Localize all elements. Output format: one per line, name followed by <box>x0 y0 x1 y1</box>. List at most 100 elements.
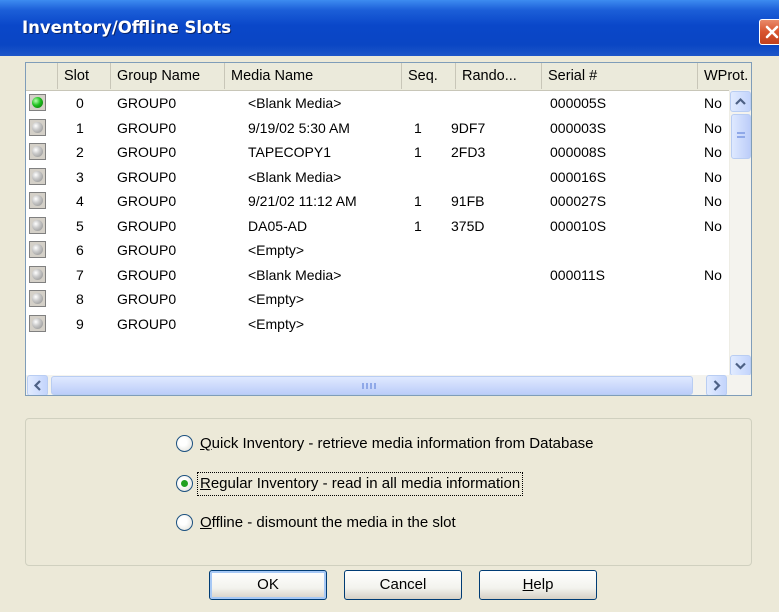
cell-group-name: GROUP0 <box>117 119 177 136</box>
status-led-gray-icon <box>29 241 46 258</box>
cell-random <box>451 238 531 263</box>
table-row[interactable]: 6 GROUP0 <Empty> <box>26 238 726 263</box>
cell-group-name: GROUP0 <box>117 193 177 209</box>
status-led-gray-icon <box>29 192 46 209</box>
header-media-name[interactable]: Media Name <box>225 63 402 89</box>
cell-media-name: <Blank Media> <box>248 95 342 111</box>
arrow-right-icon <box>713 380 721 391</box>
cell-random: 9DF7 <box>451 119 486 136</box>
cell-wprot: No <box>704 217 722 234</box>
status-led-gray-icon <box>29 143 46 160</box>
header-group-name[interactable]: Group Name <box>111 63 225 89</box>
ok-button[interactable]: OK <box>209 570 327 600</box>
cell-wprot: No <box>704 266 722 283</box>
horizontal-scroll-thumb[interactable] <box>51 376 693 395</box>
cell-slot: 6 <box>76 242 84 258</box>
cell-slot: 1 <box>76 119 84 136</box>
slots-list-view[interactable]: Slot Group Name Media Name Seq. Rando...… <box>25 62 752 396</box>
cell-random: 91FB <box>451 193 485 209</box>
table-row[interactable]: 8 GROUP0 <Empty> <box>26 287 726 312</box>
table-row[interactable]: 3 GROUP0 <Blank Media> 000016S No <box>26 165 726 190</box>
cell-group-name: GROUP0 <box>117 144 177 160</box>
cell-seq <box>414 238 450 263</box>
cell-seq <box>414 165 450 190</box>
table-row[interactable]: 2 GROUP0 TAPECOPY1 1 2FD3 000008S No <box>26 140 726 165</box>
cell-slot: 0 <box>76 95 84 111</box>
table-row[interactable]: 7 GROUP0 <Blank Media> 000011S No <box>26 263 726 288</box>
cell-wprot <box>704 287 728 312</box>
cell-wprot <box>704 238 728 263</box>
cell-media-name: 9/19/02 5:30 AM <box>248 119 350 136</box>
cancel-button[interactable]: Cancel <box>344 570 462 600</box>
cell-serial: 000010S <box>550 217 607 234</box>
cell-seq <box>414 263 450 288</box>
list-header: Slot Group Name Media Name Seq. Rando...… <box>26 63 751 91</box>
dialog-title: Inventory/Offline Slots <box>22 18 232 37</box>
cell-media-name: <Empty> <box>248 242 305 258</box>
table-row[interactable]: 0 GROUP0 <Blank Media> 000005S No <box>26 91 726 116</box>
scroll-right-button[interactable] <box>706 375 727 395</box>
help-button[interactable]: Help <box>479 570 597 600</box>
cell-serial: 000016S <box>550 168 607 185</box>
header-seq[interactable]: Seq. <box>402 63 456 89</box>
cell-media-name: <Blank Media> <box>248 266 342 283</box>
cell-slot: 3 <box>76 168 84 185</box>
cell-random <box>451 263 531 288</box>
header-wprot[interactable]: WProt. <box>698 63 751 89</box>
cell-seq <box>414 91 450 116</box>
horizontal-scrollbar[interactable] <box>26 375 751 395</box>
close-button[interactable] <box>759 19 779 45</box>
cell-wprot <box>704 312 728 337</box>
cell-wprot: No <box>704 95 722 111</box>
cell-seq: 1 <box>414 144 422 160</box>
cell-seq: 1 <box>414 193 422 209</box>
radio-regular-inventory[interactable] <box>176 475 193 492</box>
cell-wprot: No <box>704 193 722 209</box>
cell-media-name: <Empty> <box>248 315 305 332</box>
cell-seq: 1 <box>414 217 422 234</box>
cell-media-name: <Blank Media> <box>248 168 342 185</box>
cell-media-name: <Empty> <box>248 291 305 307</box>
header-serial[interactable]: Serial # <box>542 63 698 89</box>
scroll-up-button[interactable] <box>730 91 751 112</box>
table-row[interactable]: 4 GROUP0 9/21/02 11:12 AM 1 91FB 000027S No <box>26 189 726 214</box>
title-bar[interactable]: Inventory/Offline Slots <box>0 0 779 56</box>
table-row[interactable]: 1 GROUP0 9/19/02 5:30 AM 1 9DF7 000003S No <box>26 116 726 141</box>
radio-offline[interactable] <box>176 514 193 531</box>
option-quick-label: Quick Inventory - retrieve media informa… <box>200 435 594 452</box>
cell-serial: 000003S <box>550 119 607 136</box>
status-led-gray-icon <box>29 314 46 332</box>
header-random[interactable]: Rando... <box>456 63 542 89</box>
cell-random <box>451 287 531 312</box>
vertical-scroll-thumb[interactable] <box>731 114 751 159</box>
cell-group-name: GROUP0 <box>117 315 177 332</box>
cell-serial: 000008S <box>550 144 607 160</box>
cell-serial: 000005S <box>550 95 607 111</box>
radio-quick-inventory[interactable] <box>176 435 193 452</box>
inventory-options-group: Quick Inventory - retrieve media informa… <box>25 418 752 566</box>
cell-group-name: GROUP0 <box>117 217 177 234</box>
scroll-left-button[interactable] <box>27 375 48 395</box>
cell-wprot: No <box>704 144 722 160</box>
status-led-green-icon <box>29 94 46 111</box>
arrow-up-icon <box>735 97 746 105</box>
vertical-scrollbar[interactable] <box>729 90 751 377</box>
header-slot[interactable]: Slot <box>58 63 111 89</box>
inventory-dialog: Inventory/Offline Slots Slot Group Name … <box>0 0 779 612</box>
arrow-left-icon <box>33 380 41 391</box>
status-led-gray-icon <box>29 167 46 185</box>
cell-wprot: No <box>704 168 722 185</box>
cell-group-name: GROUP0 <box>117 168 177 185</box>
cell-media-name: 9/21/02 11:12 AM <box>248 193 357 209</box>
table-row[interactable]: 5 GROUP0 DA05-AD 1 375D 000010S No <box>26 214 726 239</box>
cell-seq: 1 <box>414 119 422 136</box>
header-led-column[interactable] <box>26 63 58 89</box>
cell-random: 2FD3 <box>451 144 486 160</box>
status-led-gray-icon <box>29 290 46 307</box>
cell-slot: 2 <box>76 144 84 160</box>
status-led-gray-icon <box>29 265 46 283</box>
table-row[interactable]: 9 GROUP0 <Empty> <box>26 312 726 337</box>
arrow-down-icon <box>735 362 746 370</box>
cell-serial <box>550 312 690 337</box>
scroll-down-button[interactable] <box>730 355 751 376</box>
